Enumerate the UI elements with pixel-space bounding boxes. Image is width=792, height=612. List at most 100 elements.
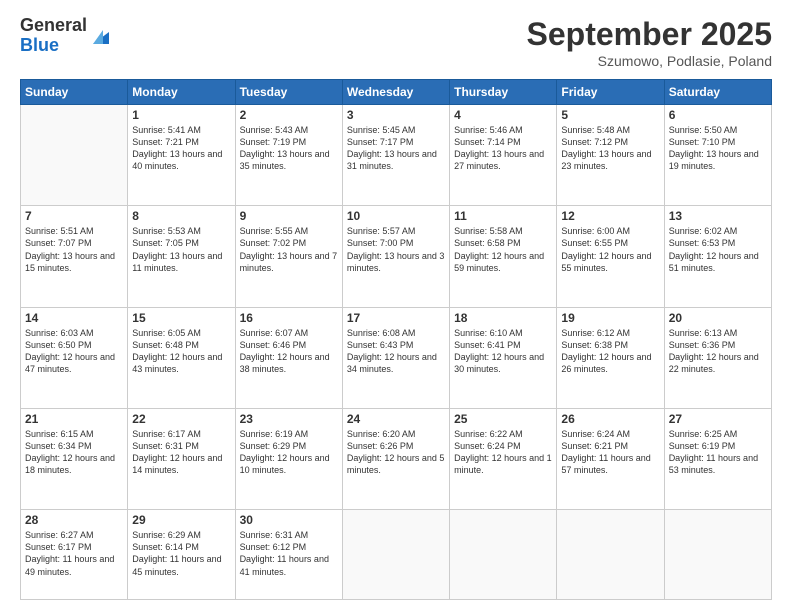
cell-4-3: 23 Sunrise: 6:19 AMSunset: 6:29 PMDayligh… (235, 408, 342, 509)
week-row-1: 1 Sunrise: 5:41 AMSunset: 7:21 PMDaylight… (21, 105, 772, 206)
logo-blue-text: Blue (20, 36, 87, 56)
week-row-2: 7Sunrise: 5:51 AMSunset: 7:07 PMDaylight… (21, 206, 772, 307)
day-number: 9 (240, 209, 338, 223)
day-number: 13 (669, 209, 767, 223)
weekday-header-row: Sunday Monday Tuesday Wednesday Thursday… (21, 80, 772, 105)
cell-info: Sunrise: 6:13 AMSunset: 6:36 PMDaylight:… (669, 327, 767, 376)
cell-3-6: 19 Sunrise: 6:12 AMSunset: 6:38 PMDayligh… (557, 307, 664, 408)
day-number: 22 (132, 412, 230, 426)
cell-1-7: 6 Sunrise: 5:50 AMSunset: 7:10 PMDaylight… (664, 105, 771, 206)
logo-general-text: General (20, 16, 87, 36)
cell-4-7: 27 Sunrise: 6:25 AMSunset: 6:19 PMDayligh… (664, 408, 771, 509)
cell-1-1 (21, 105, 128, 206)
cell-1-5: 4Sunrise: 5:46 AMSunset: 7:14 PMDaylight… (450, 105, 557, 206)
cell-info: Sunrise: 6:15 AMSunset: 6:34 PMDaylight:… (25, 428, 123, 477)
cell-info: Sunrise: 5:53 AMSunset: 7:05 PMDaylight:… (132, 225, 230, 274)
cell-info: Sunrise: 5:57 AMSunset: 7:00 PMDaylight:… (347, 225, 445, 274)
day-number: 12 (561, 209, 659, 223)
cell-4-5: 25 Sunrise: 6:22 AMSunset: 6:24 PMDayligh… (450, 408, 557, 509)
cell-info: Sunrise: 6:00 AMSunset: 6:55 PMDaylight:… (561, 225, 659, 274)
week-row-4: 21 Sunrise: 6:15 AMSunset: 6:34 PMDayligh… (21, 408, 772, 509)
cell-info: Sunrise: 6:05 AMSunset: 6:48 PMDaylight:… (132, 327, 230, 376)
logo-icon (89, 24, 113, 48)
header-tuesday: Tuesday (235, 80, 342, 105)
cell-3-3: 16 Sunrise: 6:07 AMSunset: 6:46 PMDayligh… (235, 307, 342, 408)
day-number: 17 (347, 311, 445, 325)
cell-info: Sunrise: 6:02 AMSunset: 6:53 PMDaylight:… (669, 225, 767, 274)
cell-2-2: 8 Sunrise: 5:53 AMSunset: 7:05 PMDaylight… (128, 206, 235, 307)
cell-info: Sunrise: 6:31 AMSunset: 6:12 PMDaylight:… (240, 529, 338, 578)
cell-info: Sunrise: 6:29 AMSunset: 6:14 PMDaylight:… (132, 529, 230, 578)
day-number: 7 (25, 209, 123, 223)
cell-info: Sunrise: 6:03 AMSunset: 6:50 PMDaylight:… (25, 327, 123, 376)
day-number: 27 (669, 412, 767, 426)
cell-4-2: 22 Sunrise: 6:17 AMSunset: 6:31 PMDayligh… (128, 408, 235, 509)
cell-1-2: 1 Sunrise: 5:41 AMSunset: 7:21 PMDaylight… (128, 105, 235, 206)
cell-info: Sunrise: 6:24 AMSunset: 6:21 PMDaylight:… (561, 428, 659, 477)
day-number: 2 (240, 108, 338, 122)
day-number: 8 (132, 209, 230, 223)
cell-5-1: 28 Sunrise: 6:27 AMSunset: 6:17 PMDayligh… (21, 510, 128, 600)
day-number: 4 (454, 108, 552, 122)
cell-3-7: 20 Sunrise: 6:13 AMSunset: 6:36 PMDayligh… (664, 307, 771, 408)
cell-info: Sunrise: 5:48 AMSunset: 7:12 PMDaylight:… (561, 124, 659, 173)
day-number: 25 (454, 412, 552, 426)
day-number: 11 (454, 209, 552, 223)
header-friday: Friday (557, 80, 664, 105)
title-block: September 2025 Szumowo, Podlasie, Poland (527, 16, 772, 69)
cell-info: Sunrise: 6:08 AMSunset: 6:43 PMDaylight:… (347, 327, 445, 376)
day-number: 1 (132, 108, 230, 122)
cell-info: Sunrise: 6:22 AMSunset: 6:24 PMDaylight:… (454, 428, 552, 477)
day-number: 19 (561, 311, 659, 325)
header: General Blue September 2025 Szumowo, Pod… (20, 16, 772, 69)
cell-info: Sunrise: 5:55 AMSunset: 7:02 PMDaylight:… (240, 225, 338, 274)
cell-3-2: 15 Sunrise: 6:05 AMSunset: 6:48 PMDayligh… (128, 307, 235, 408)
day-number: 23 (240, 412, 338, 426)
header-wednesday: Wednesday (342, 80, 449, 105)
cell-1-4: 3 Sunrise: 5:45 AMSunset: 7:17 PMDaylight… (342, 105, 449, 206)
day-number: 6 (669, 108, 767, 122)
header-sunday: Sunday (21, 80, 128, 105)
header-monday: Monday (128, 80, 235, 105)
day-number: 20 (669, 311, 767, 325)
cell-2-1: 7Sunrise: 5:51 AMSunset: 7:07 PMDaylight… (21, 206, 128, 307)
cell-2-5: 11Sunrise: 5:58 AMSunset: 6:58 PMDayligh… (450, 206, 557, 307)
cell-5-2: 29Sunrise: 6:29 AMSunset: 6:14 PMDayligh… (128, 510, 235, 600)
cell-info: Sunrise: 6:27 AMSunset: 6:17 PMDaylight:… (25, 529, 123, 578)
cell-1-6: 5 Sunrise: 5:48 AMSunset: 7:12 PMDaylight… (557, 105, 664, 206)
week-row-3: 14 Sunrise: 6:03 AMSunset: 6:50 PMDayligh… (21, 307, 772, 408)
cell-2-6: 12 Sunrise: 6:00 AMSunset: 6:55 PMDayligh… (557, 206, 664, 307)
cell-info: Sunrise: 6:10 AMSunset: 6:41 PMDaylight:… (454, 327, 552, 376)
cell-3-5: 18Sunrise: 6:10 AMSunset: 6:41 PMDayligh… (450, 307, 557, 408)
cell-info: Sunrise: 6:19 AMSunset: 6:29 PMDaylight:… (240, 428, 338, 477)
cell-4-6: 26 Sunrise: 6:24 AMSunset: 6:21 PMDayligh… (557, 408, 664, 509)
day-number: 28 (25, 513, 123, 527)
cell-5-5 (450, 510, 557, 600)
month-title: September 2025 (527, 16, 772, 53)
cell-info: Sunrise: 5:50 AMSunset: 7:10 PMDaylight:… (669, 124, 767, 173)
cell-2-3: 9 Sunrise: 5:55 AMSunset: 7:02 PMDaylight… (235, 206, 342, 307)
cell-info: Sunrise: 6:12 AMSunset: 6:38 PMDaylight:… (561, 327, 659, 376)
cell-info: Sunrise: 5:45 AMSunset: 7:17 PMDaylight:… (347, 124, 445, 173)
cell-5-6 (557, 510, 664, 600)
day-number: 24 (347, 412, 445, 426)
cell-info: Sunrise: 6:17 AMSunset: 6:31 PMDaylight:… (132, 428, 230, 477)
day-number: 3 (347, 108, 445, 122)
day-number: 15 (132, 311, 230, 325)
cell-2-7: 13 Sunrise: 6:02 AMSunset: 6:53 PMDayligh… (664, 206, 771, 307)
cell-1-3: 2Sunrise: 5:43 AMSunset: 7:19 PMDaylight… (235, 105, 342, 206)
header-thursday: Thursday (450, 80, 557, 105)
day-number: 5 (561, 108, 659, 122)
day-number: 21 (25, 412, 123, 426)
cell-info: Sunrise: 5:41 AMSunset: 7:21 PMDaylight:… (132, 124, 230, 173)
cell-5-4 (342, 510, 449, 600)
day-number: 10 (347, 209, 445, 223)
cell-info: Sunrise: 6:20 AMSunset: 6:26 PMDaylight:… (347, 428, 445, 477)
cell-2-4: 10 Sunrise: 5:57 AMSunset: 7:00 PMDayligh… (342, 206, 449, 307)
day-number: 16 (240, 311, 338, 325)
day-number: 14 (25, 311, 123, 325)
day-number: 26 (561, 412, 659, 426)
cell-info: Sunrise: 6:07 AMSunset: 6:46 PMDaylight:… (240, 327, 338, 376)
cell-info: Sunrise: 6:25 AMSunset: 6:19 PMDaylight:… (669, 428, 767, 477)
header-saturday: Saturday (664, 80, 771, 105)
